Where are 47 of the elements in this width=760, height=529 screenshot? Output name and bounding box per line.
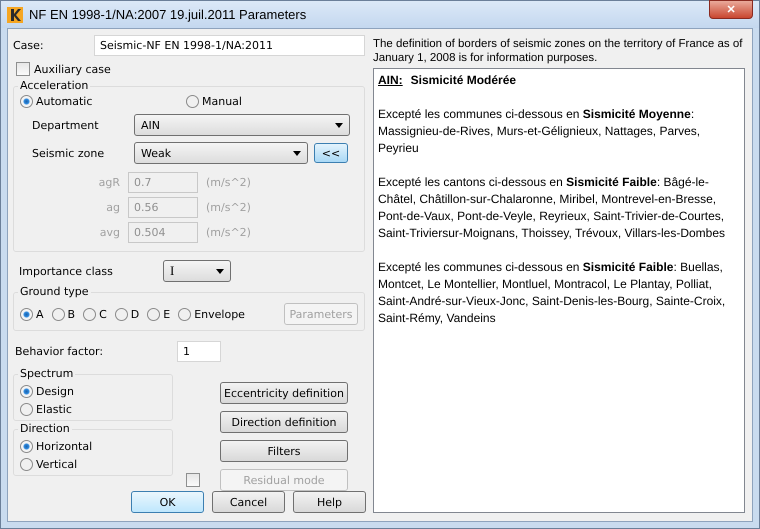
action-button[interactable]: Eccentricity definition — [220, 382, 348, 404]
radio-button[interactable]: Envelope — [178, 308, 245, 320]
value-label: agR — [98, 176, 120, 189]
app-logo-icon — [7, 6, 23, 22]
dialog-button[interactable]: Cancel — [212, 491, 285, 513]
action-button[interactable]: Filters — [220, 440, 348, 462]
unit-label: (m/s^2) — [206, 176, 251, 189]
importance-class-dropdown[interactable]: I — [163, 260, 231, 282]
behavior-factor-field[interactable]: 1 — [177, 341, 221, 362]
action-button[interactable]: Direction definition — [220, 411, 348, 433]
unit-label: (m/s^2) — [206, 226, 251, 239]
window-title: NF EN 1998-1/NA:2007 19.juil.2011 Parameters — [29, 7, 308, 22]
dropdown-arrow-icon — [216, 268, 224, 274]
radio-button[interactable]: Vertical — [20, 458, 166, 471]
seismicity-heading: Sismicité Modérée — [410, 72, 516, 89]
department-code: AIN: — [378, 72, 403, 89]
dialog-button[interactable]: Help — [293, 491, 366, 513]
info-paragraph: Excepté les cantons ci-dessous en Sismicité Faible: Bâgé-le-Châtel, Châtillon-sur-Chalaronne, Miribel, Montrevel-en-Bresse, Pont-de-Vaux, Pont-de-Veyle, Reyrieux, Saint-Trivier-de-Courtes, Saint-Triviersur-Moignans, Thoissey, Trévoux, Villars-les-Dombes — [378, 174, 726, 242]
seismic-zone-dropdown[interactable]: Weak — [134, 142, 308, 164]
radio-button[interactable]: Design — [20, 385, 166, 398]
radio-button[interactable]: Horizontal — [20, 440, 166, 453]
case-field[interactable]: Seismic-NF EN 1998-1/NA:2011 — [94, 35, 365, 56]
radio-button[interactable]: Automatic — [20, 95, 180, 108]
group-legend: Ground type — [18, 285, 91, 298]
group-legend: Direction — [18, 422, 72, 435]
dropdown-arrow-icon — [293, 150, 301, 156]
behavior-factor-label: Behavior factor: — [15, 345, 104, 358]
info-paragraph: Excepté les communes ci-dessous en Sismicité Faible: Buellas, Montcet, Le Montellier, Montluel, Montracol, Le Plantay, Polliat, Saint-André-sur-Vieux-Jonc, Saint-Denis-les-Bourg, Sainte-Croix, Saint-Rémy, Vandeins — [378, 259, 726, 327]
dialog-button[interactable]: OK — [131, 491, 204, 513]
radio-button[interactable]: Elastic — [20, 403, 166, 416]
case-label: Case: — [13, 39, 45, 52]
importance-class-label: Importance class — [19, 264, 114, 278]
info-note: The definition of borders of seismic zones on the territory of France as of January 1, 2008 is for information purposes. — [373, 37, 744, 65]
checkbox-label: Auxiliary case — [34, 62, 111, 76]
info-paragraph: Excepté les communes ci-dessous en Sismicité Moyenne: Massignieu-de-Rives, Murs-et-Gélignieux, Nattages, Parves, Peyrieu — [378, 106, 702, 157]
dropdown-arrow-icon — [335, 122, 343, 128]
group-legend: Acceleration — [18, 79, 90, 92]
unit-label: (m/s^2) — [206, 201, 251, 214]
value-label: ag — [105, 201, 120, 214]
collapse-button[interactable]: << — [314, 143, 348, 163]
group-legend: Spectrum — [18, 367, 76, 380]
value-label: avg — [98, 226, 120, 239]
checkbox[interactable] — [16, 62, 30, 76]
department-dropdown[interactable]: AIN — [134, 114, 350, 136]
department-label: Department — [32, 118, 100, 132]
seismic-zone-label: Seismic zone — [32, 146, 106, 160]
radio-button[interactable]: Manual — [186, 95, 346, 108]
